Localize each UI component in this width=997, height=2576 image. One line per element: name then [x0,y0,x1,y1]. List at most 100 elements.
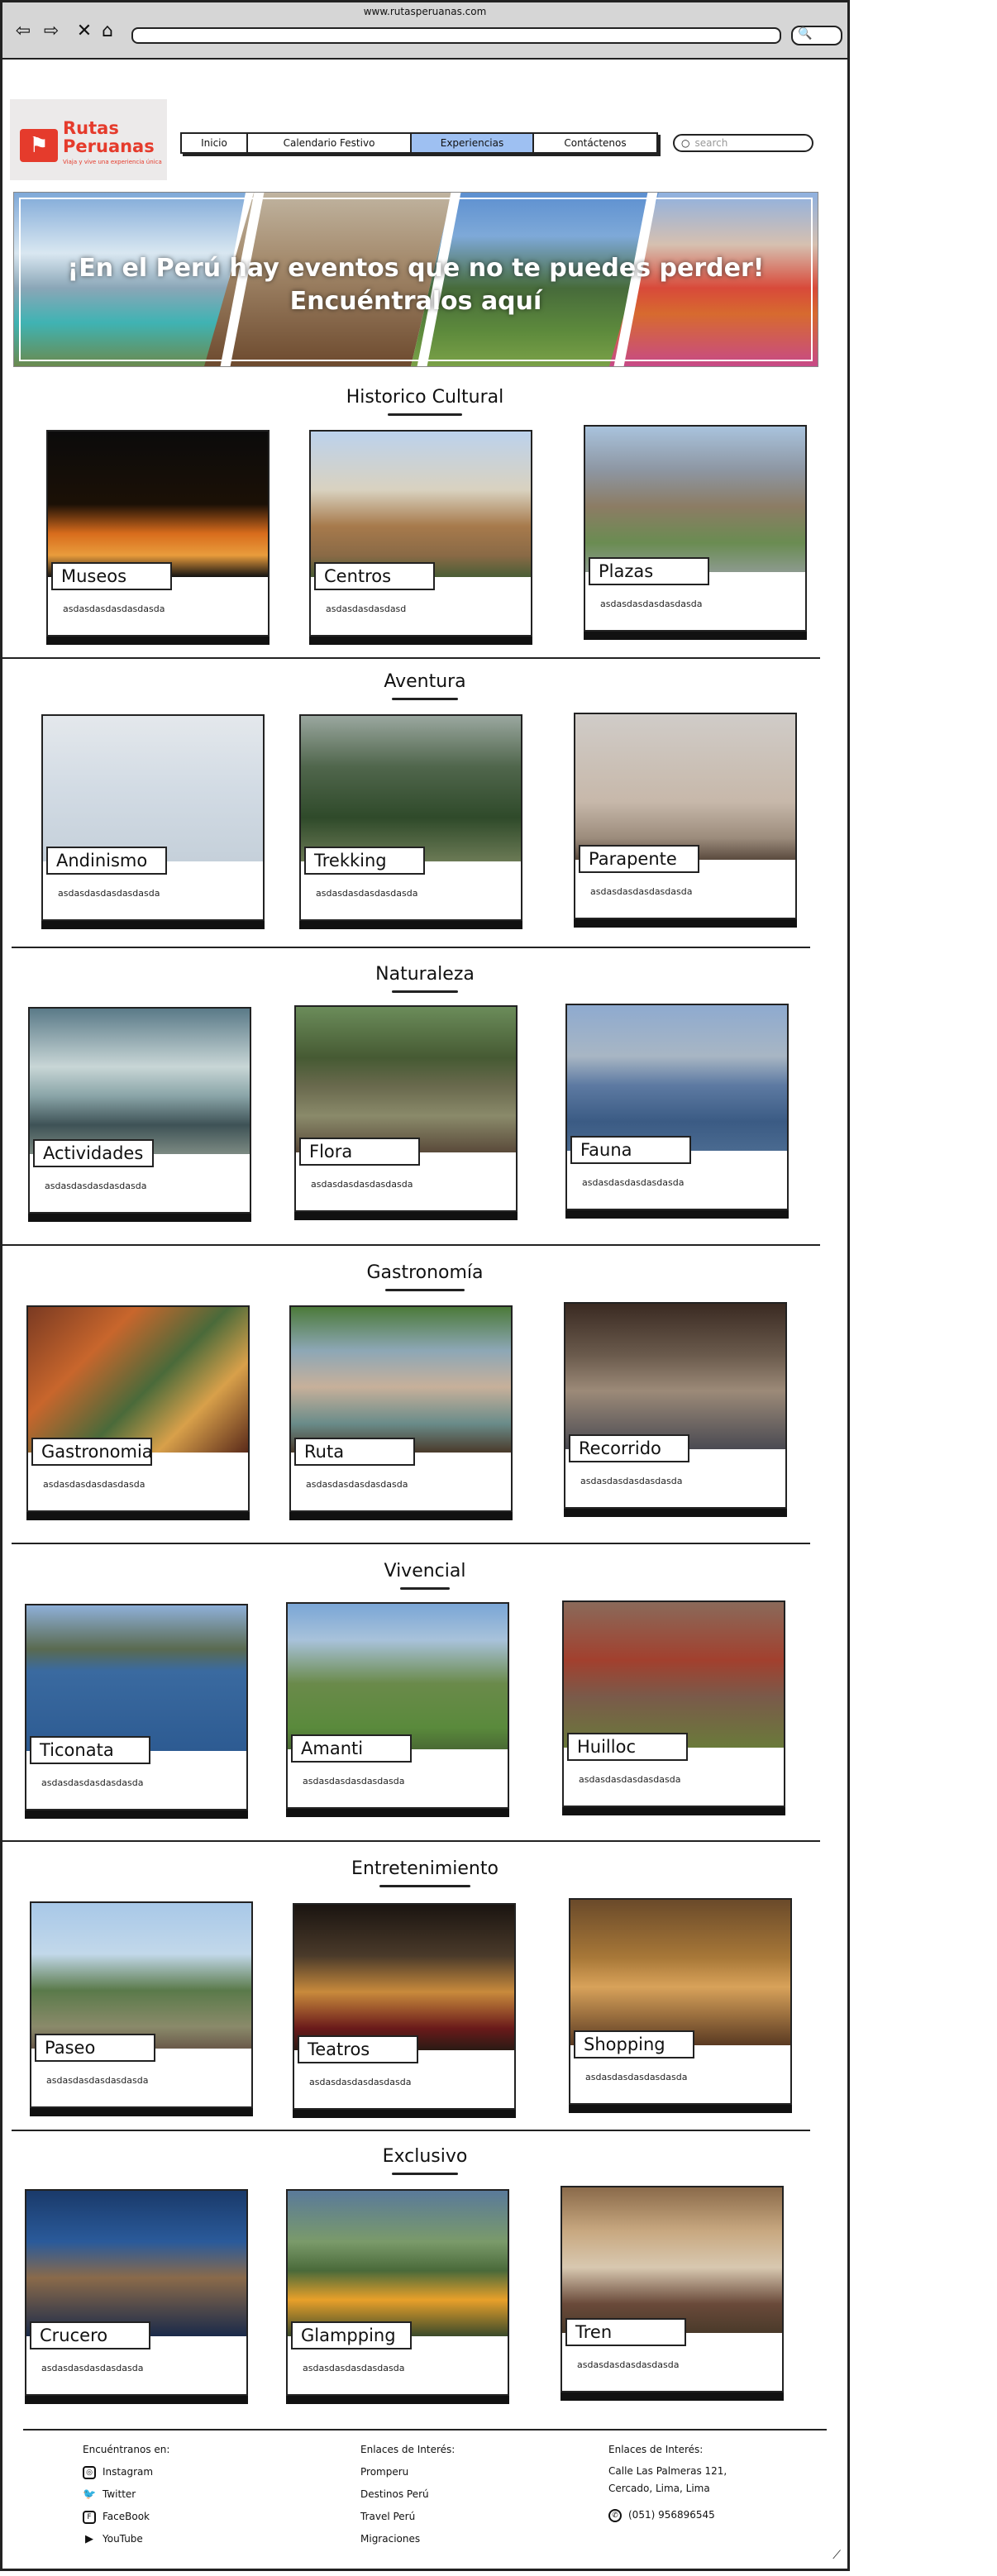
nav-item-calendario-festivo[interactable]: Calendario Festivo [248,134,412,152]
card-label: Museos [51,562,172,590]
footer-social-link[interactable]: F FaceBook [83,2506,169,2528]
footer-link[interactable]: Promperu [360,2461,455,2483]
card-label: Teatros [298,2035,418,2063]
experience-card[interactable]: Tren asdasdasdasdasdasda [561,2186,784,2392]
experience-card[interactable]: Andinismo asdasdasdasdasdasda [41,714,265,921]
experience-card[interactable]: Trekking asdasdasdasdasdasda [299,714,522,921]
footer-social-heading: Encuéntranos en: [83,2444,170,2455]
x-icon[interactable]: ✕ [74,21,95,42]
card-description: asdasdasdasdasdasda [46,2075,149,2086]
arrow-right-icon[interactable]: ⇨ [41,21,62,42]
browser-toolbar: www.rutasperuanas.com ⇦ ⇨ ✕ ⌂ 🔍 [0,0,850,60]
page-url: www.rutasperuanas.com [363,6,487,17]
footer-link[interactable]: Migraciones [360,2528,455,2550]
experience-card[interactable]: Crucero asdasdasdasdasdasda [25,2189,248,2396]
whatsapp-icon: ✆ [608,2508,622,2522]
brand-logo[interactable]: ⚑ Rutas Peruanas Viaja y vive una experi… [10,99,167,180]
section-title: Entretenimiento [351,1858,498,1879]
footer-social-label: Instagram [103,2466,154,2478]
card-label: Parapente [579,845,699,873]
resize-handle-icon[interactable]: ⟋ [832,2549,841,2562]
nav-item-inicio[interactable]: Inicio [182,134,248,152]
nav-item-cont-ctenos[interactable]: Contáctenos [534,134,656,152]
footer-link[interactable]: Travel Perú [360,2506,455,2528]
card-label: Flora [299,1138,420,1166]
main-nav: Inicio Calendario Festivo Experiencias Cont… [180,132,658,154]
card-photo [296,1007,516,1152]
section-title-underline [388,413,462,416]
experience-card[interactable]: Recorrido asdasdasdasdasdasda [564,1302,787,1509]
card-photo [48,432,268,577]
browser-search[interactable]: 🔍 [791,26,842,45]
footer-phone[interactable]: ✆ (051) 956896545 [608,2504,727,2526]
twitter-icon: 🐦 [83,2488,97,2501]
card-label: Andinismo [46,847,167,875]
card-description: asdasdasdasdasdasda [316,888,418,899]
nav-item-experiencias[interactable]: Experiencias [412,134,534,152]
footer-link[interactable]: Destinos Perú [360,2483,455,2506]
card-photo [570,1900,790,2045]
search-placeholder: search [694,137,728,149]
card-photo [585,427,805,572]
experience-card[interactable]: Fauna asdasdasdasdasdasda [565,1004,789,1210]
search-input[interactable]: ○ search [673,134,813,152]
card-label: Gastronomia [31,1438,153,1466]
card-label: Plazas [589,557,709,585]
card-label: Tren [565,2318,686,2346]
experience-card[interactable]: Actividades asdasdasdasdasdasda [28,1007,251,1214]
footer-social-label: FaceBook [103,2511,150,2522]
card-photo [26,2191,246,2336]
home-icon[interactable]: ⌂ [97,21,118,42]
experience-card[interactable]: Shopping asdasdasdasdasdasda [569,1898,792,2105]
section-title-underline [385,1289,465,1291]
experience-card[interactable]: Gastronomia asdasdasdasdasdasda [26,1305,250,1512]
experience-card[interactable]: Ruta asdasdasdasdasdasda [289,1305,513,1512]
banner-headline: ¡En el Perú hay eventos que no te puedes… [67,254,765,316]
card-label: Ticonata [30,1736,150,1764]
footer-links-heading: Enlaces de Interés: [360,2444,456,2455]
card-label: Glampping [291,2321,412,2349]
card-description: asdasdasdasdasdasda [580,1476,683,1486]
section-title: Exclusivo [382,2146,468,2167]
footer-social-link[interactable]: ▶ YouTube [83,2528,169,2550]
footer-phone-number: (051) 956896545 [628,2509,715,2521]
experience-card[interactable]: Teatros asdasdasdasdasdasda [293,1903,516,2110]
card-description: asdasdasdasdasdasda [577,2359,680,2370]
card-photo [301,716,521,861]
card-photo [567,1005,787,1151]
card-photo [30,1009,250,1154]
card-description: asdasdasdasdasdasda [45,1181,147,1191]
experience-card[interactable]: Parapente asdasdasdasdasdasda [574,713,797,919]
card-photo [564,1602,784,1748]
youtube-icon: ▶ [85,2532,93,2545]
brand-name: Rutas Peruanas [63,118,155,156]
hero-banner[interactable]: ¡En el Perú hay eventos que no te puedes… [13,192,818,367]
experience-card[interactable]: Huilloc asdasdasdasdasdasda [562,1600,785,1807]
experience-card[interactable]: Glampping asdasdasdasdasdasda [286,2189,509,2396]
card-label: Paseo [35,2034,155,2062]
experience-card[interactable]: Ticonata asdasdasdasdasdasda [25,1604,248,1810]
experience-card[interactable]: Paseo asdasdasdasdasdasda [30,1901,253,2108]
section-divider [2,1840,820,1842]
footer-divider [23,2429,827,2431]
card-description: asdasdasdasdasdasda [303,1776,405,1787]
experience-card[interactable]: Centros asdasdasdasdasd [309,430,532,637]
address-bar[interactable] [131,27,781,44]
experience-card[interactable]: Plazas asdasdasdasdasdasda [584,425,807,632]
section-divider [2,657,820,659]
experience-card[interactable]: Museos asdasdasdasdasdasda [46,430,270,637]
section-divider [12,947,810,948]
footer-contact-heading: Enlaces de Interés: [608,2444,704,2455]
section-title-underline [392,990,458,993]
experience-card[interactable]: Amanti asdasdasdasdasdasda [286,1602,509,1809]
section-divider [12,2130,810,2131]
footer-social-label: YouTube [103,2533,143,2545]
experience-card[interactable]: Flora asdasdasdasdasdasda [294,1005,518,1212]
search-icon: 🔍 [798,27,813,41]
footer-social-link[interactable]: ◎ Instagram [83,2461,169,2483]
arrow-left-icon[interactable]: ⇦ [12,21,34,42]
footer-social-link[interactable]: 🐦 Twitter [83,2483,169,2506]
card-photo [575,714,795,860]
card-label: Recorrido [569,1434,689,1462]
card-photo [31,1903,251,2049]
